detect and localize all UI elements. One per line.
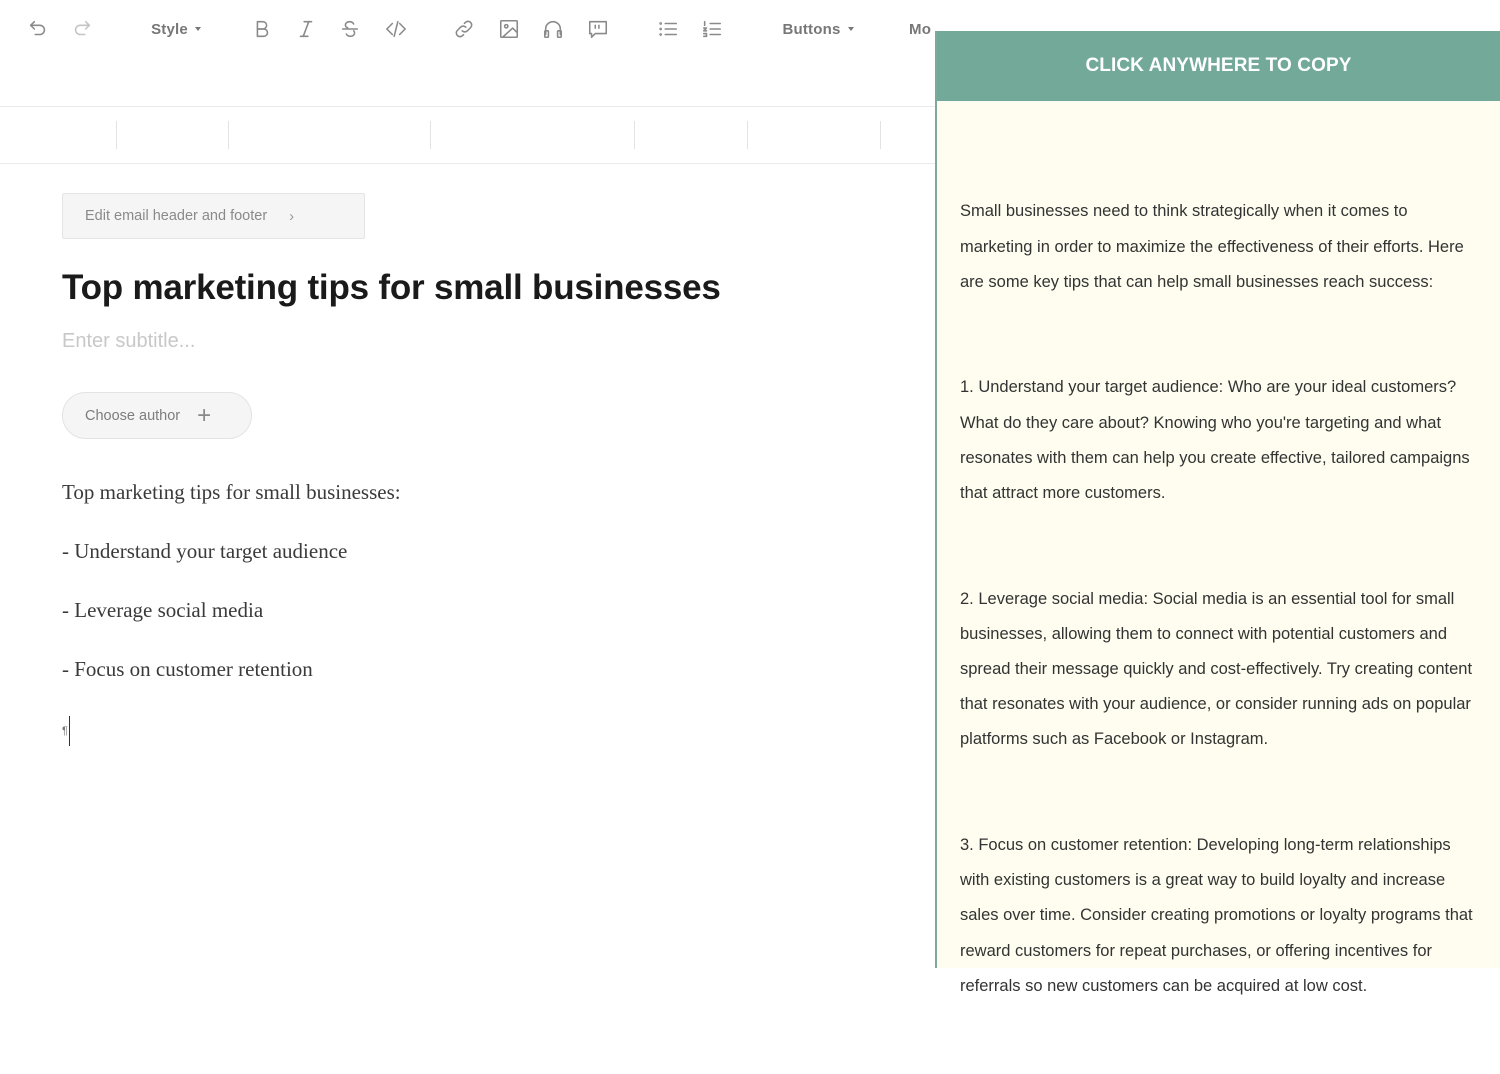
bold-icon xyxy=(256,20,269,38)
numbered-list-icon xyxy=(702,20,722,38)
editor-toolbar xyxy=(0,106,936,164)
body-paragraph[interactable]: - Focus on customer retention xyxy=(62,657,313,682)
choose-author-label: Choose author xyxy=(85,407,181,424)
quote-button[interactable] xyxy=(585,14,611,44)
empty-paragraph[interactable]: ¶ xyxy=(62,716,71,746)
caret-down-icon xyxy=(194,27,201,31)
redo-icon xyxy=(74,20,91,36)
numbered-list-button[interactable] xyxy=(699,14,725,44)
text-cursor xyxy=(68,716,71,746)
copy-paragraph: 3. Focus on customer retention: Developi… xyxy=(960,836,1478,995)
paragraph-mark: ¶ xyxy=(62,725,68,737)
italic-icon xyxy=(299,20,313,38)
style-dropdown[interactable]: Style xyxy=(145,14,207,44)
body-paragraph[interactable]: - Leverage social media xyxy=(62,598,263,623)
caret-down-icon xyxy=(847,27,854,31)
code-icon xyxy=(386,20,406,38)
audio-button[interactable] xyxy=(540,14,566,44)
post-title[interactable]: Top marketing tips for small businesses xyxy=(62,268,721,308)
quote-icon xyxy=(588,20,608,39)
choose-author-button[interactable]: Choose author + xyxy=(62,392,252,439)
toolbar-divider xyxy=(430,121,431,149)
toolbar-divider xyxy=(228,121,229,149)
subtitle-input[interactable] xyxy=(62,330,662,353)
undo-button[interactable] xyxy=(25,14,51,44)
headphones-icon xyxy=(543,20,563,39)
copy-panel[interactable]: CLICK ANYWHERE TO COPY Small businesses … xyxy=(935,31,1500,995)
image-icon xyxy=(499,19,519,39)
bulleted-list-icon xyxy=(659,22,678,36)
undo-icon xyxy=(29,20,46,36)
style-dropdown-label: Style xyxy=(151,20,188,38)
chevron-right-icon: › xyxy=(289,207,295,225)
toolbar-divider xyxy=(880,121,881,149)
edit-header-footer-label: Edit email header and footer xyxy=(85,208,268,224)
body-paragraph[interactable]: - Understand your target audience xyxy=(62,539,347,564)
code-button[interactable] xyxy=(382,14,410,44)
copy-paragraph: 2. Leverage social media: Social media i… xyxy=(960,589,1477,749)
plus-icon: + xyxy=(197,401,212,429)
more-dropdown-label: Mo xyxy=(909,20,932,38)
copy-paragraph: 1. Understand your target audience: Who … xyxy=(960,378,1475,503)
edit-header-footer-button[interactable]: Edit email header and footer › xyxy=(62,193,365,239)
copy-paragraph: Small businesses need to think strategic… xyxy=(960,202,1469,291)
copy-panel-body: Small businesses need to think strategic… xyxy=(937,101,1500,1074)
link-icon xyxy=(455,20,473,38)
link-button[interactable] xyxy=(452,14,476,44)
copy-panel-header: CLICK ANYWHERE TO COPY xyxy=(937,31,1500,101)
buttons-dropdown-label: Buttons xyxy=(782,20,841,38)
redo-button[interactable] xyxy=(69,14,95,44)
toolbar-divider xyxy=(634,121,635,149)
toolbar-divider xyxy=(116,121,117,149)
strikethrough-button[interactable] xyxy=(338,14,362,44)
bold-button[interactable] xyxy=(250,14,274,44)
more-dropdown[interactable]: Mo xyxy=(909,14,935,44)
toolbar-divider xyxy=(747,121,748,149)
bulleted-list-button[interactable] xyxy=(655,14,681,44)
image-button[interactable] xyxy=(496,14,522,44)
strikethrough-icon xyxy=(341,20,359,38)
buttons-dropdown[interactable]: Buttons xyxy=(776,14,860,44)
italic-button[interactable] xyxy=(294,14,318,44)
body-paragraph[interactable]: Top marketing tips for small businesses: xyxy=(62,480,401,505)
